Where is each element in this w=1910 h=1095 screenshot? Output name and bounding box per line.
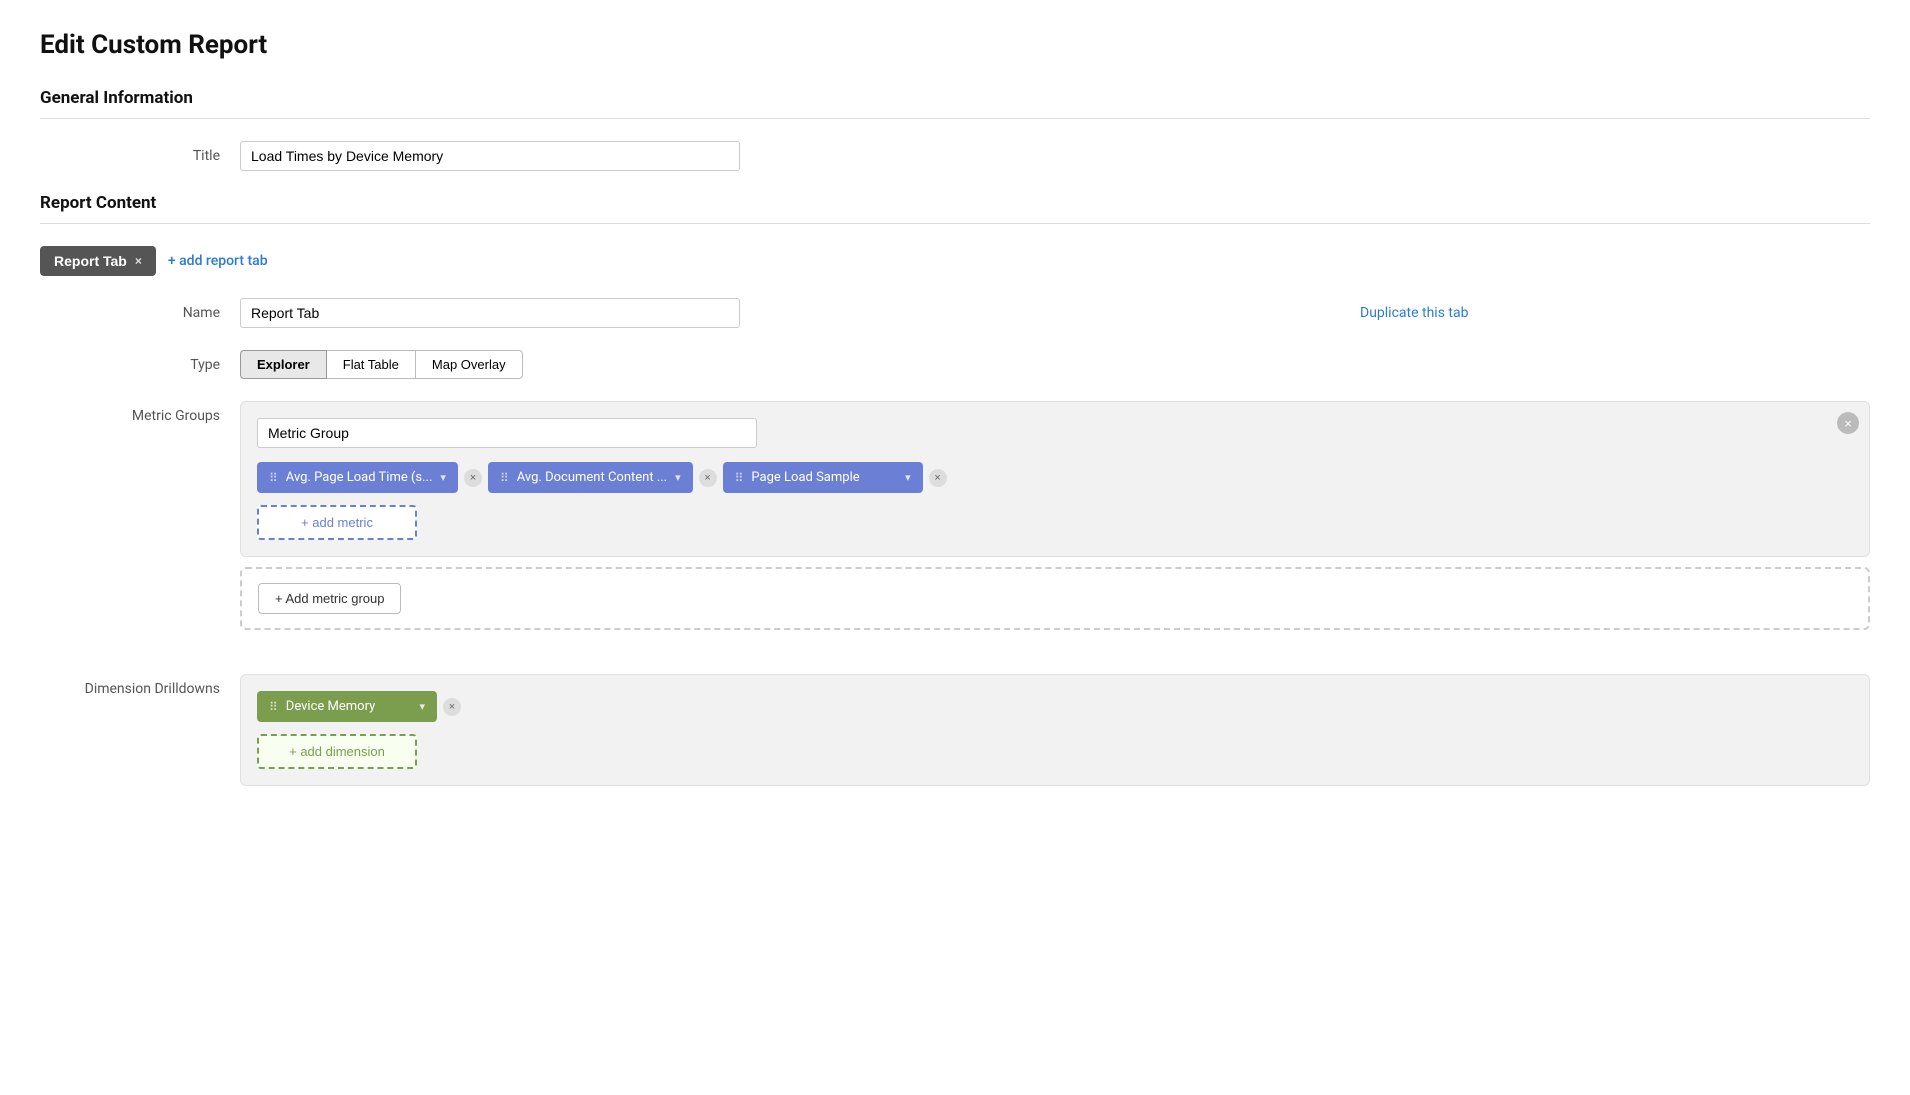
metric-chip-1: ⠿ Avg. Page Load Time (s... ▾ <box>257 462 458 493</box>
dimension-chips-row: ⠿ Device Memory ▾ × <box>257 691 1853 722</box>
general-info-divider <box>40 118 1870 119</box>
name-label: Name <box>40 298 240 321</box>
dimension-chip-1: ⠿ Device Memory ▾ <box>257 691 437 722</box>
dimension-drilldowns-content: ⠿ Device Memory ▾ × + add dimension <box>240 674 1870 786</box>
add-dimension-button[interactable]: + add dimension <box>257 734 417 769</box>
type-row: Type Explorer Flat Table Map Overlay <box>40 350 1870 379</box>
dim-1-drag-handle[interactable]: ⠿ <box>269 700 278 714</box>
title-field-container <box>240 141 1870 171</box>
type-explorer-button[interactable]: Explorer <box>240 350 327 379</box>
name-row: Name Duplicate this tab <box>40 298 1870 328</box>
general-info-heading: General Information <box>40 88 1870 108</box>
metric-chip-3: ⠿ Page Load Sample ▾ <box>723 462 923 493</box>
name-input[interactable] <box>240 298 740 328</box>
metric-3-drag-handle[interactable]: ⠿ <box>735 471 744 485</box>
dim-1-label: Device Memory <box>286 699 412 714</box>
type-buttons-container: Explorer Flat Table Map Overlay <box>240 350 1870 379</box>
metric-2-remove-icon: × <box>704 472 710 484</box>
metric-3-label: Page Load Sample <box>751 470 897 485</box>
dim-1-arrow-icon: ▾ <box>419 700 425 713</box>
metric-groups-content: × ⠿ Avg. Page Load Time (s... ▾ × ⠿ <box>240 401 1870 652</box>
dimension-drilldowns-row: Dimension Drilldowns ⠿ Device Memory ▾ ×… <box>40 674 1870 786</box>
add-metric-group-button[interactable]: + Add metric group <box>258 583 401 614</box>
add-tab-link[interactable]: + add report tab <box>168 253 268 269</box>
metric-1-drag-handle[interactable]: ⠿ <box>269 471 278 485</box>
name-field-container: Duplicate this tab <box>240 298 1870 328</box>
report-content-divider <box>40 223 1870 224</box>
add-metric-button[interactable]: + add metric <box>257 505 417 540</box>
type-button-group: Explorer Flat Table Map Overlay <box>240 350 1870 379</box>
type-label: Type <box>40 350 240 373</box>
metrics-row: ⠿ Avg. Page Load Time (s... ▾ × ⠿ Avg. D… <box>257 462 1853 493</box>
dim-1-remove-icon: × <box>449 701 455 713</box>
tabs-row: Report Tab × + add report tab <box>40 246 1870 276</box>
metric-1-remove-icon: × <box>470 472 476 484</box>
metric-1-arrow-icon: ▾ <box>440 471 446 484</box>
metric-2-arrow-icon: ▾ <box>675 471 681 484</box>
metric-2-drag-handle[interactable]: ⠿ <box>500 471 509 485</box>
metric-1-label: Avg. Page Load Time (s... <box>286 470 433 485</box>
metric-3-remove-icon: × <box>934 472 940 484</box>
page-title: Edit Custom Report <box>40 30 1870 60</box>
metric-group-remove-button[interactable]: × <box>1837 412 1859 434</box>
metric-groups-label: Metric Groups <box>40 401 240 424</box>
title-label: Title <box>40 141 240 164</box>
metric-2-label: Avg. Document Content ... <box>517 470 667 485</box>
tab-close-icon[interactable]: × <box>135 254 142 268</box>
report-content-heading: Report Content <box>40 193 1870 213</box>
type-flat-table-button[interactable]: Flat Table <box>326 350 416 379</box>
dimension-box: ⠿ Device Memory ▾ × + add dimension <box>240 674 1870 786</box>
metric-1-remove-button[interactable]: × <box>464 469 482 487</box>
metric-group-box: × ⠿ Avg. Page Load Time (s... ▾ × ⠿ <box>240 401 1870 557</box>
active-tab-label: Report Tab <box>54 253 127 269</box>
metric-group-name-input[interactable] <box>257 418 757 448</box>
metric-3-arrow-icon: ▾ <box>905 471 911 484</box>
type-map-overlay-button[interactable]: Map Overlay <box>415 350 523 379</box>
metric-2-remove-button[interactable]: × <box>699 469 717 487</box>
metric-chip-2: ⠿ Avg. Document Content ... ▾ <box>488 462 693 493</box>
metric-3-remove-button[interactable]: × <box>929 469 947 487</box>
duplicate-tab-link[interactable]: Duplicate this tab <box>1360 298 1468 321</box>
add-metric-group-box: + Add metric group <box>240 567 1870 630</box>
title-input[interactable] <box>240 141 740 171</box>
active-tab[interactable]: Report Tab × <box>40 246 156 276</box>
dim-1-remove-button[interactable]: × <box>443 698 461 716</box>
dimension-drilldowns-label: Dimension Drilldowns <box>40 674 240 697</box>
group-remove-icon: × <box>1844 416 1852 431</box>
title-row: Title <box>40 141 1870 171</box>
metric-groups-row: Metric Groups × ⠿ Avg. Page Load Time (s… <box>40 401 1870 652</box>
